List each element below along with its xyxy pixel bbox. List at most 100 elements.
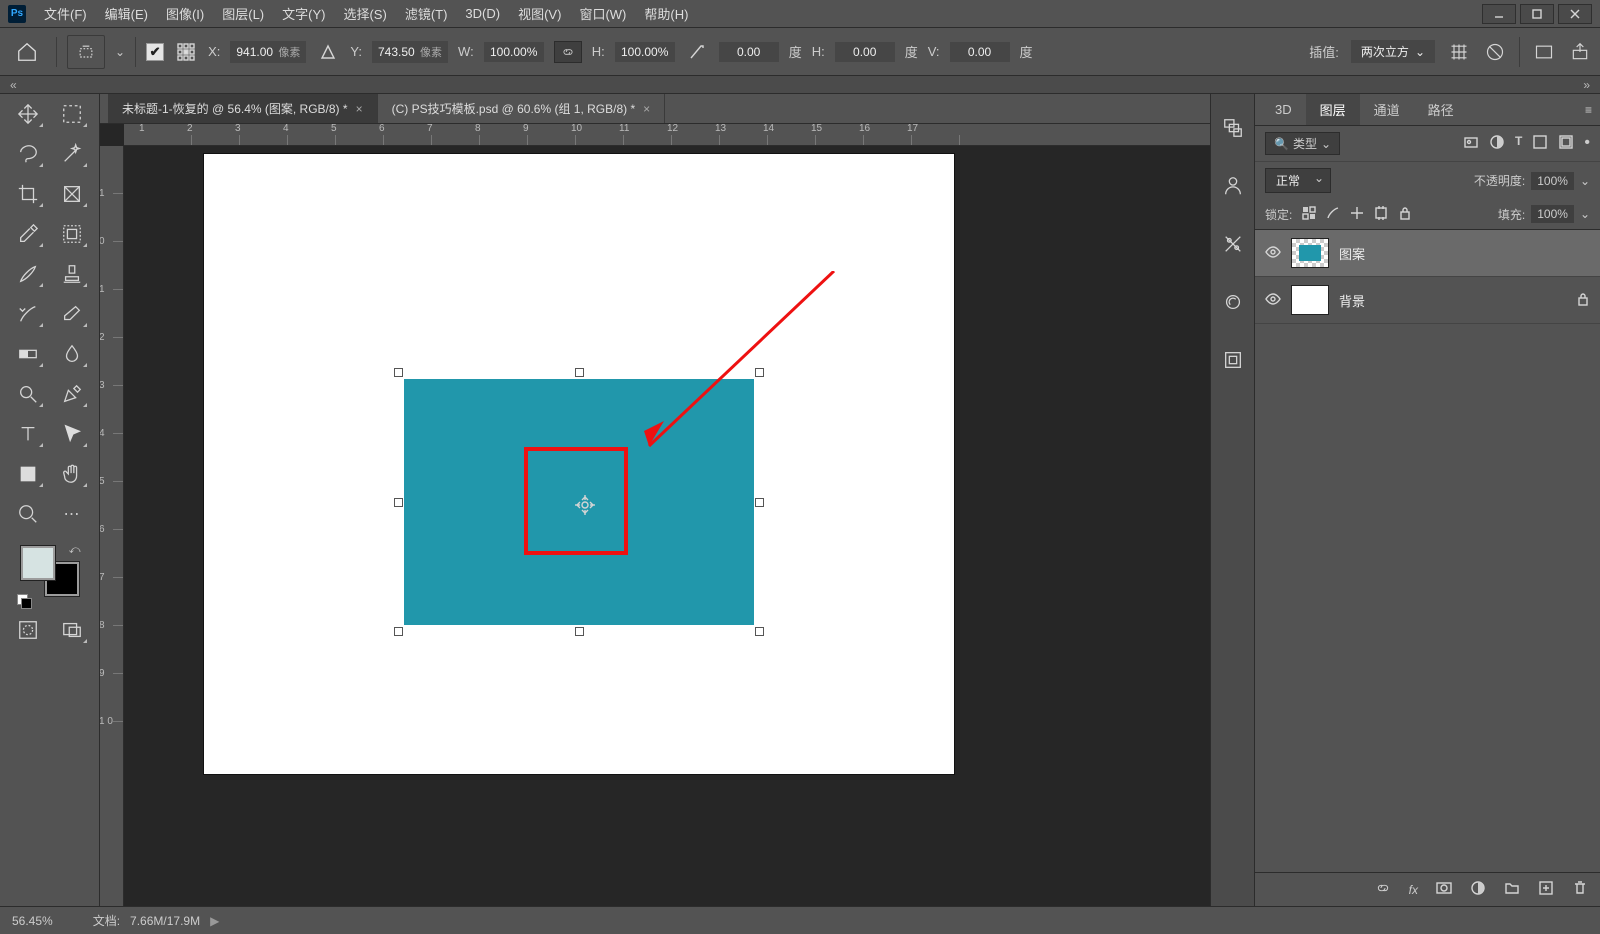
hskew-input[interactable]: 0.00 [835,42,895,62]
layer-style-icon[interactable]: fx [1409,883,1418,897]
visibility-toggle-icon[interactable] [1265,244,1281,263]
default-colors-icon[interactable] [17,594,31,608]
screenmode-tool[interactable] [56,616,88,644]
layer-thumbnail[interactable] [1291,285,1329,315]
character-panel-icon[interactable] [1219,172,1247,200]
swap-colors-icon[interactable]: ⤺ [69,544,81,557]
layer-name[interactable]: 背景 [1339,291,1365,310]
document-tab-active[interactable]: 未标题-1-恢复的 @ 56.4% (图案, RGB/8) *× [108,94,378,123]
menu-3d[interactable]: 3D(D) [465,6,500,21]
w-value-input[interactable]: 100.00% [484,42,544,62]
link-layers-icon[interactable] [1375,880,1391,899]
delta-icon[interactable] [316,40,340,64]
window-minimize[interactable] [1482,4,1516,24]
zoom-level[interactable]: 56.45% [12,914,53,928]
zoom-tool[interactable] [12,500,44,528]
panel-tab-channels[interactable]: 通道 [1360,94,1414,125]
lock-position-icon[interactable] [1350,206,1364,223]
rotation-input[interactable]: 0.00 [719,42,779,62]
link-wh-icon[interactable] [554,41,582,63]
close-tab-icon[interactable]: × [643,102,650,116]
move-tool[interactable] [12,100,44,128]
x-value-input[interactable]: 941.00 像素 [230,41,306,63]
transform-handle[interactable] [394,498,403,507]
h-value-input[interactable]: 100.00% [615,42,675,62]
doc-info-more-icon[interactable]: ▶ [210,914,219,928]
filter-toggle-icon[interactable]: • [1584,134,1590,153]
vskew-input[interactable]: 0.00 [950,42,1010,62]
window-maximize[interactable] [1520,4,1554,24]
canvas-viewport[interactable] [124,146,1210,906]
slice-tool[interactable] [56,180,88,208]
history-brush-tool[interactable] [12,300,44,328]
transform-handle[interactable] [755,498,764,507]
libraries-panel-icon[interactable] [1219,346,1247,374]
gradient-tool[interactable] [12,340,44,368]
panel-tab-paths[interactable]: 路径 [1414,94,1468,125]
menu-window[interactable]: 窗口(W) [579,4,626,23]
document-tab-2[interactable]: (C) PS技巧模板.psd @ 60.6% (组 1, RGB/8) *× [378,94,666,123]
layer-row[interactable]: 图案 [1255,230,1600,277]
delete-layer-icon[interactable] [1572,880,1588,899]
collapse-left-icon[interactable]: « [10,78,17,92]
properties-panel-icon[interactable] [1219,230,1247,258]
adjustments-panel-icon[interactable] [1219,288,1247,316]
layer-name[interactable]: 图案 [1339,244,1365,263]
panel-tab-layers[interactable]: 图层 [1306,94,1360,125]
menu-select[interactable]: 选择(S) [343,4,386,23]
color-swatches[interactable]: ⤺ [21,546,79,596]
eyedropper-tool[interactable] [12,220,44,248]
foreground-color[interactable] [21,546,55,580]
lock-all-icon[interactable] [1398,206,1412,223]
filter-pixel-icon[interactable] [1463,134,1479,153]
fill-value-input[interactable]: 100% [1531,205,1574,223]
eraser-tool[interactable] [56,300,88,328]
layer-thumbnail[interactable] [1291,238,1329,268]
reference-point-icon[interactable] [174,40,198,64]
warp-icon[interactable] [1447,40,1471,64]
group-layers-icon[interactable] [1504,880,1520,899]
close-tab-icon[interactable]: × [356,102,363,116]
vertical-ruler[interactable]: 10 12 34 56 78 91 0 [100,146,124,906]
frame-tool[interactable] [56,220,88,248]
filter-adjust-icon[interactable] [1489,134,1505,153]
stamp-tool[interactable] [56,260,88,288]
horizontal-ruler[interactable]: 12 34 56 78 910 1112 1314 1516 17 [124,124,1210,146]
transform-handle[interactable] [755,368,764,377]
menu-type[interactable]: 文字(Y) [282,4,325,23]
menu-image[interactable]: 图像(I) [166,4,204,23]
crop-tool[interactable] [12,180,44,208]
hand-tool[interactable] [56,460,88,488]
shape-tool[interactable] [12,460,44,488]
layer-filter-dropdown[interactable]: 🔍 类型 ⌄ [1265,132,1340,155]
filter-smart-icon[interactable] [1558,134,1574,153]
transform-handle[interactable] [575,368,584,377]
cancel-transform-icon[interactable] [1483,40,1507,64]
menu-help[interactable]: 帮助(H) [644,4,688,23]
path-select-tool[interactable] [56,420,88,448]
quickmask-tool[interactable] [12,616,44,644]
panel-menu-icon[interactable]: ≡ [1585,103,1592,117]
transform-center-icon[interactable] [574,494,596,516]
visibility-toggle-icon[interactable] [1265,291,1281,310]
options-checkbox[interactable]: ✔ [146,43,164,61]
blend-mode-dropdown[interactable]: 正常 [1265,168,1331,193]
interpolation-dropdown[interactable]: 两次立方⌄ [1351,40,1435,63]
brush-tool[interactable] [12,260,44,288]
transform-handle[interactable] [394,627,403,636]
collapse-right-icon[interactable]: » [1583,78,1590,92]
new-layer-icon[interactable] [1538,880,1554,899]
opacity-chevron-icon[interactable]: ⌄ [1580,174,1590,188]
lock-artboard-icon[interactable] [1374,206,1388,223]
transform-tool-icon[interactable] [67,35,105,69]
menu-file[interactable]: 文件(F) [44,4,87,23]
menu-view[interactable]: 视图(V) [518,4,561,23]
menu-edit[interactable]: 编辑(E) [105,4,148,23]
fill-chevron-icon[interactable]: ⌄ [1580,207,1590,221]
filter-type-icon[interactable]: T [1515,134,1522,153]
opacity-value-input[interactable]: 100% [1531,172,1574,190]
lock-pixels-icon[interactable] [1326,206,1340,223]
history-panel-icon[interactable] [1219,114,1247,142]
screen-mode-icon[interactable] [1532,40,1556,64]
transform-handle[interactable] [394,368,403,377]
